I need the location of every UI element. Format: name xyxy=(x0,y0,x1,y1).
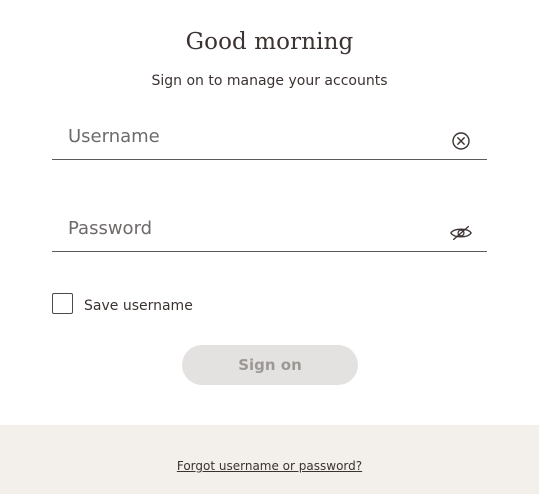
signon-card: Good morning Sign on to manage your acco… xyxy=(0,0,539,425)
greeting-subtitle: Sign on to manage your accounts xyxy=(151,73,388,89)
password-input[interactable] xyxy=(52,213,438,243)
username-input[interactable] xyxy=(52,121,438,151)
save-username-checkbox[interactable] xyxy=(52,292,73,314)
username-field xyxy=(52,111,487,160)
eye-hidden-icon[interactable] xyxy=(449,223,473,243)
greeting-title: Good morning xyxy=(185,29,354,55)
save-username-label[interactable]: Save username xyxy=(84,298,193,314)
forgot-credentials-link[interactable]: Forgot username or password? xyxy=(0,459,539,473)
password-field xyxy=(52,203,487,252)
clear-icon[interactable] xyxy=(449,131,473,151)
sign-on-button[interactable]: Sign on xyxy=(182,345,358,385)
footer: Forgot username or password? xyxy=(0,425,539,494)
save-username-row: Save username xyxy=(52,291,193,315)
